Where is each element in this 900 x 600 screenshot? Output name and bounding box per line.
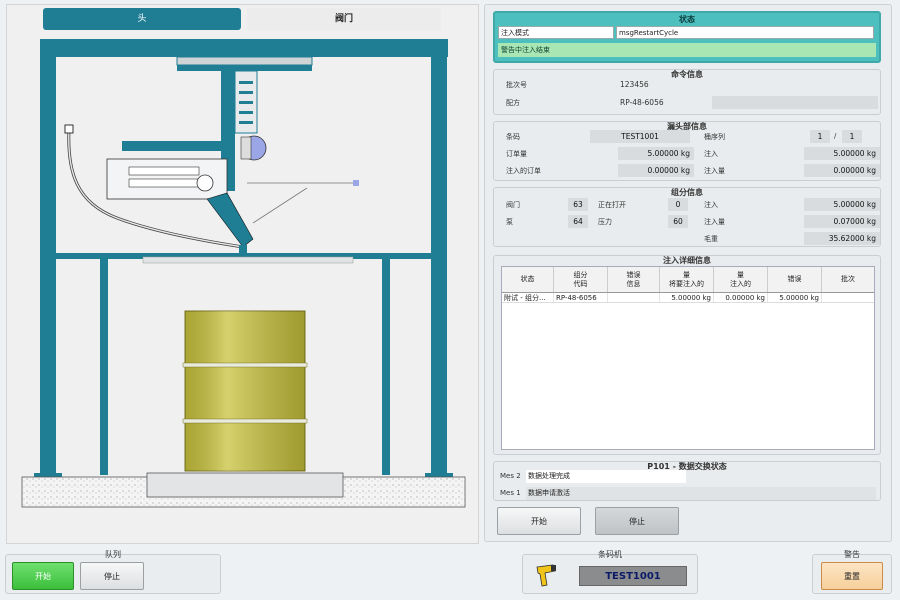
queue-title: 队列 xyxy=(105,550,121,559)
pressure-value: 60 xyxy=(668,215,688,228)
command-title: 命令信息 xyxy=(671,70,703,79)
nozzle-inject-amount-value: 0.00000 kg xyxy=(804,164,880,177)
pump-value: 64 xyxy=(568,215,588,228)
info-panel: 状态 注入模式 msgRestartCycle 警告中注入结束 命令信息 批次号… xyxy=(484,4,892,542)
component-inject-value: 5.00000 kg xyxy=(804,198,880,211)
data-exchange-group: P101 - 数据交换状态 Mes 2 数据处理完成 Mes 1 数据申请激活 xyxy=(493,461,881,501)
seq-total: 1 xyxy=(842,130,862,143)
warning-bar: 警告中注入结束 xyxy=(498,43,876,57)
col-error[interactable]: 错误 xyxy=(768,267,822,292)
mes2-value: 数据处理完成 xyxy=(526,470,686,483)
order-label: 订单量 xyxy=(506,150,527,158)
seq-value: 1 xyxy=(810,130,830,143)
detail-table[interactable]: 状态 组分 代码 错误 信息 量将要注入的 量注入的 错误 批次 附试 - 组分..… xyxy=(501,266,875,450)
queue-stop-button[interactable]: 停止 xyxy=(80,562,144,590)
queue-group: 队列 开始 停止 xyxy=(5,550,221,594)
drum xyxy=(182,310,308,472)
component-inject-amount-label: 注入量 xyxy=(704,218,725,226)
nozzle-inject-label: 注入 xyxy=(704,150,718,158)
gross-value: 35.62000 kg xyxy=(804,232,880,245)
valve-value: 63 xyxy=(568,198,588,211)
stop-button[interactable]: 停止 xyxy=(595,507,679,535)
col-qty-injected[interactable]: 量注入的 xyxy=(714,267,768,292)
alarm-group: 警告 重置 xyxy=(812,550,892,594)
component-inject-label: 注入 xyxy=(704,201,718,209)
detail-title: 注入详细信息 xyxy=(663,256,711,265)
queue-start-button[interactable]: 开始 xyxy=(12,562,74,590)
gross-label: 毛重 xyxy=(704,235,718,243)
batch-value: 123456 xyxy=(620,80,649,89)
barcode-value: TEST1001 xyxy=(590,130,690,143)
recipe-label: 配方 xyxy=(506,99,520,107)
mode-value: msgRestartCycle xyxy=(616,26,874,39)
frame-inner-right-column xyxy=(382,259,390,475)
filling-machine-diagram xyxy=(21,39,466,508)
opening-label: 正在打开 xyxy=(598,201,626,209)
batch-label: 批次号 xyxy=(506,81,527,89)
injected-order-value: 0.00000 kg xyxy=(618,164,694,177)
injected-order-label: 注入的订单 xyxy=(506,167,541,175)
col-status[interactable]: 状态 xyxy=(502,267,554,292)
nozzle-inject-amount-label: 注入量 xyxy=(704,167,725,175)
seq-label: 桶序列 xyxy=(704,133,725,141)
barcode-scanner-group: 条码机 TEST1001 xyxy=(522,550,698,594)
cell-error-info xyxy=(608,293,660,302)
component-inject-amount-value: 0.07000 kg xyxy=(804,215,880,228)
nozzle-info-group: 漏头部信息 条码 TEST1001 桶序列 1 / 1 订单量 5.00000 … xyxy=(493,121,881,181)
mes1-value: 数据申请激活 xyxy=(526,487,876,500)
order-value: 5.00000 kg xyxy=(618,147,694,160)
frame-right-column xyxy=(431,57,447,475)
barcode-scanner-icon xyxy=(536,564,556,587)
col-batch[interactable]: 批次 xyxy=(822,267,874,292)
cell-qty-injected: 0.00000 kg xyxy=(714,293,768,302)
reset-button[interactable]: 重置 xyxy=(821,562,883,590)
frame-left-column xyxy=(40,57,56,475)
recipe-value: RP-48-6056 xyxy=(620,98,664,107)
cell-status: 附试 - 组分... xyxy=(502,293,554,302)
cell-component-code: RP-48-6056 xyxy=(554,293,608,302)
mode-label: 注入模式 xyxy=(498,26,614,39)
nozzle-inject-value: 5.00000 kg xyxy=(804,147,880,160)
recipe-extra-field xyxy=(712,96,878,109)
tab-valve[interactable]: 阀门 xyxy=(247,8,441,30)
tab-head[interactable]: 头 xyxy=(43,8,241,30)
status-group: 状态 注入模式 msgRestartCycle 警告中注入结束 xyxy=(493,11,881,63)
barcode-scanner-value: TEST1001 xyxy=(579,566,687,586)
col-component-code[interactable]: 组分 代码 xyxy=(554,267,608,292)
opening-value: 0 xyxy=(668,198,688,211)
table-row[interactable]: 附试 - 组分... RP-48-6056 5.00000 kg 0.00000… xyxy=(502,293,874,303)
machine-view-panel: 头 阀门 xyxy=(6,4,479,544)
command-info-group: 命令信息 批次号 123456 配方 RP-48-6056 xyxy=(493,69,881,115)
component-title: 组分信息 xyxy=(671,188,703,197)
barcode-label: 条码 xyxy=(506,133,520,141)
mes2-label: Mes 2 xyxy=(500,472,521,480)
start-button[interactable]: 开始 xyxy=(497,507,581,535)
cell-qty-to-inject: 5.00000 kg xyxy=(660,293,714,302)
frame-top-beam xyxy=(40,39,448,57)
pump-label: 泵 xyxy=(506,218,513,226)
cell-batch xyxy=(822,293,874,302)
pressure-label: 压力 xyxy=(598,218,612,226)
component-info-group: 组分信息 阀门 63 正在打开 0 注入 5.00000 kg 泵 64 压力 … xyxy=(493,187,881,247)
barcode-scanner-title: 条码机 xyxy=(598,550,622,559)
valve-label: 阀门 xyxy=(506,201,520,209)
cell-error: 5.00000 kg xyxy=(768,293,822,302)
frame-inner-left-column xyxy=(100,259,108,475)
status-title: 状态 xyxy=(679,15,695,24)
col-qty-to-inject[interactable]: 量将要注入的 xyxy=(660,267,714,292)
detail-table-header: 状态 组分 代码 错误 信息 量将要注入的 量注入的 错误 批次 xyxy=(502,267,874,293)
seq-separator: / xyxy=(834,132,837,140)
col-error-info[interactable]: 错误 信息 xyxy=(608,267,660,292)
alarm-title: 警告 xyxy=(844,550,860,559)
mes1-label: Mes 1 xyxy=(500,489,521,497)
injection-detail-group: 注入详细信息 状态 组分 代码 错误 信息 量将要注入的 量注入的 错误 批次 附试… xyxy=(493,255,881,455)
scale-platform xyxy=(146,472,344,498)
